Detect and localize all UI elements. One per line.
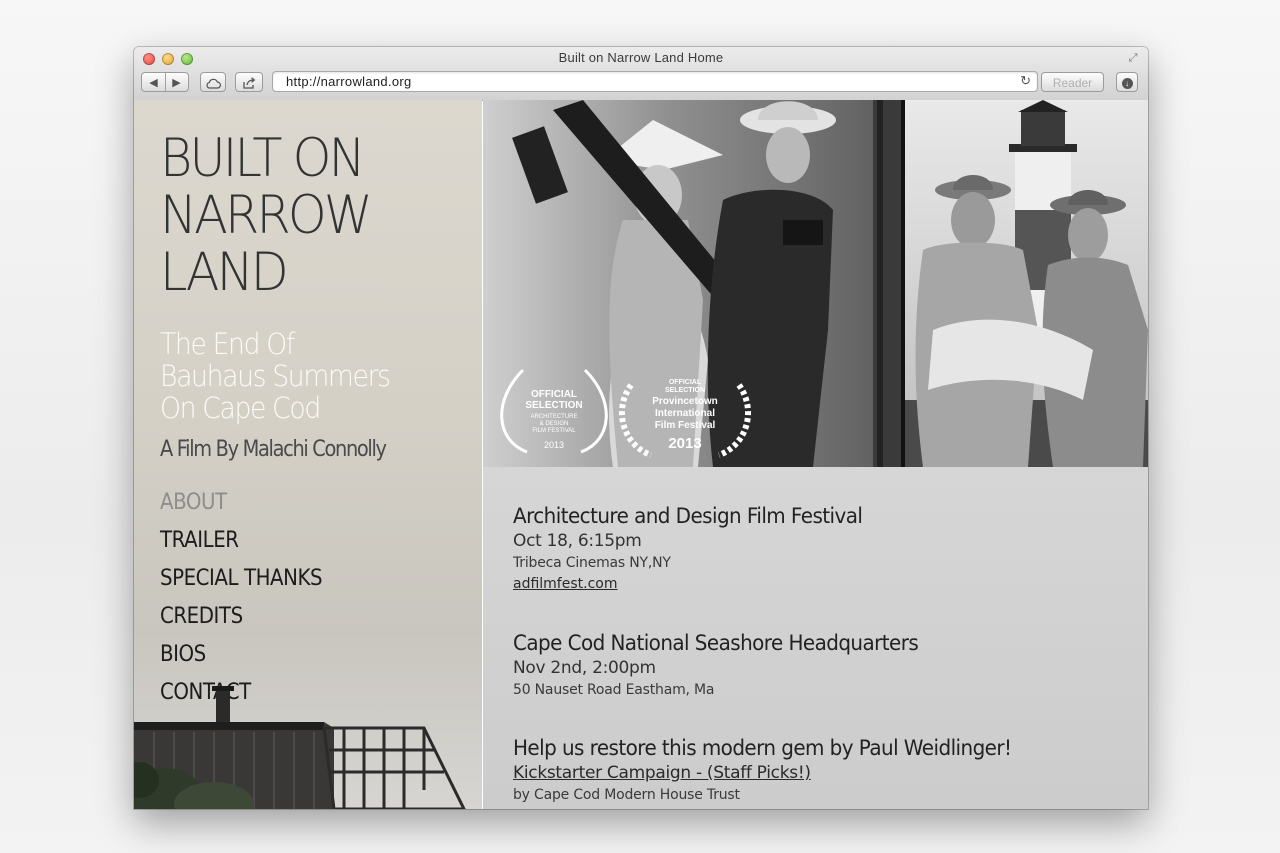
cloud-icon [206,78,221,89]
laurel-line: International [655,408,715,419]
event-venue: Tribeca Cinemas NY,NY [513,555,671,571]
screenings-list: Architecture and Design Film Festival Oc… [483,467,1148,809]
site-title[interactable]: BUILT ON NARROW LAND [160,130,458,301]
nav-item-special-thanks[interactable]: SPECIAL THANKS [160,560,323,598]
laurel-line: OFFICIAL [669,379,702,386]
page-content: BUILT ON NARROW LAND The End Of Bauhaus … [134,100,1148,809]
site-title-line: LAND [160,242,289,303]
main-nav: ABOUT TRAILER SPECIAL THANKS CREDITS BIO… [160,484,340,712]
url-text: http://narrowland.org [286,74,412,89]
laurel-year: 2013 [668,435,701,452]
event-item: Help us restore this modern gem by Paul … [513,735,1038,806]
subtitle-line: On Cape Cod [160,391,321,425]
share-button[interactable] [235,72,263,92]
nav-item-about[interactable]: ABOUT [160,484,322,522]
subtitle-line: The End Of [160,327,295,361]
hero-photo: OFFICIAL SELECTION ARCHITECTURE & DESIGN… [483,100,1148,467]
laurel-line: SELECTION [665,387,705,394]
event-item: Cape Cod National Seashore Headquarters … [513,630,940,701]
event-title: Help us restore this modern gem by Paul … [513,736,1012,760]
share-icon [243,77,256,89]
browser-window: Built on Narrow Land Home ⤢ ◀ ▶ http://na… [134,47,1148,809]
reload-icon[interactable]: ↻ [1020,73,1031,89]
window-title: Built on Narrow Land Home [558,50,724,65]
event-title: Cape Cod National Seashore Headquarters [513,631,919,655]
film-subtitle: The End Of Bauhaus Summers On Cape Cod [160,328,436,424]
reader-button[interactable]: Reader [1041,72,1104,92]
sidebar: BUILT ON NARROW LAND The End Of Bauhaus … [134,100,482,809]
subtitle-line: Bauhaus Summers [160,359,391,393]
site-title-line: BUILT ON [160,128,365,189]
event-sponsor: by Cape Cod Modern House Trust [513,787,740,803]
laurel-line: SELECTION [525,400,582,411]
event-link[interactable]: adfilmfest.com [513,574,881,595]
laurel-line: Provincetown [652,396,718,407]
laurel-line: OFFICIAL [531,389,577,400]
event-item: Architecture and Design Film Festival Oc… [513,503,881,595]
laurel-line: FILM FESTIVAL [532,428,576,434]
back-button[interactable]: ◀ [143,73,165,93]
event-venue: 50 Nauset Road Eastham, Ma [513,682,715,698]
event-title: Architecture and Design Film Festival [513,504,863,528]
fullscreen-icon[interactable]: ⤢ [1126,51,1140,65]
laurel-line: Film Festival [655,420,716,431]
modern-house-photo [134,686,466,809]
browser-toolbar: Built on Narrow Land Home ⤢ ◀ ▶ http://na… [134,47,1148,101]
nav-item-bios[interactable]: BIOS [160,636,322,674]
back-forward-buttons: ◀ ▶ [141,72,189,92]
kickstarter-link[interactable]: Kickstarter Campaign - (Staff Picks!) [513,761,1038,785]
event-datetime: Nov 2nd, 2:00pm [513,658,656,678]
nav-item-trailer[interactable]: TRAILER [160,522,322,560]
download-icon: ↓ [1121,77,1133,89]
laurel-year: 2013 [544,440,564,450]
laurel-line: ARCHITECTURE [530,414,577,420]
address-bar[interactable]: http://narrowland.org ↻ [272,71,1038,92]
site-title-line: NARROW [160,185,373,246]
downloads-button[interactable]: ↓ [1116,72,1138,92]
icloud-tabs-button[interactable] [200,72,226,92]
event-datetime: Oct 18, 6:15pm [513,531,642,551]
forward-button[interactable]: ▶ [166,73,188,93]
film-byline: A Film By Malachi Connolly [160,437,387,462]
laurel-line: & DESIGN [540,421,569,427]
nav-item-credits[interactable]: CREDITS [160,598,322,636]
